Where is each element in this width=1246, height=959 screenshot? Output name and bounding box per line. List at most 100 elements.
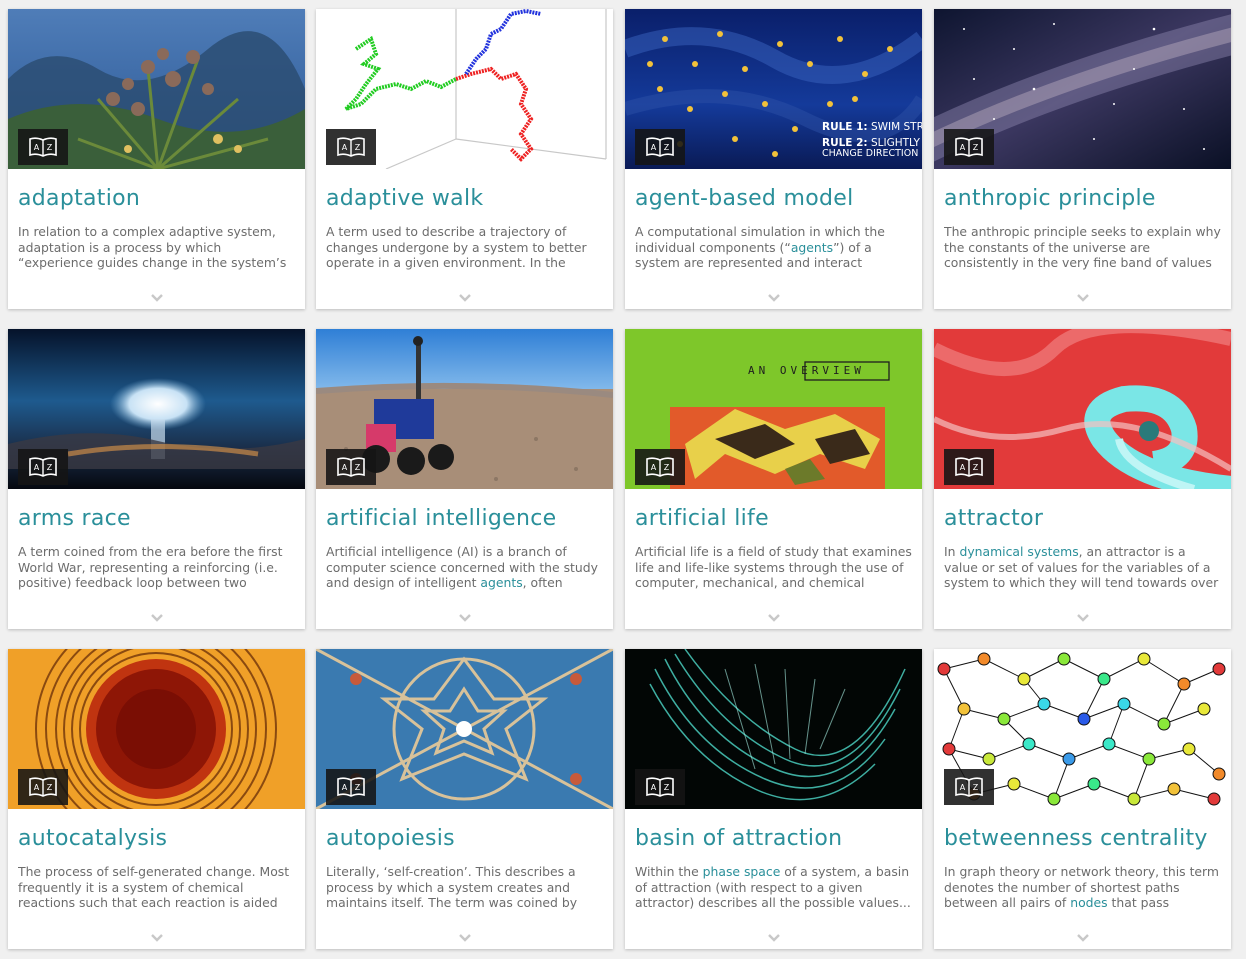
card-image[interactable]: AZ [8, 649, 305, 809]
card-anthropic-principle[interactable]: AZ anthropic principle The anthropic pri… [934, 9, 1231, 309]
svg-text:Z: Z [664, 463, 670, 472]
svg-text:A: A [342, 463, 348, 472]
card-image[interactable]: AZ [8, 329, 305, 489]
az-book-icon: AZ [944, 769, 994, 805]
svg-text:A: A [960, 143, 966, 152]
inline-term-link[interactable]: nodes [1070, 895, 1107, 910]
card-description: Artificial life is a field of study that… [635, 544, 912, 591]
card-title[interactable]: artificial intelligence [326, 504, 603, 534]
card-description: Literally, ‘self-creation’. This describ… [326, 864, 603, 911]
chevron-down-icon[interactable] [767, 933, 781, 943]
card-title[interactable]: adaptive walk [326, 184, 603, 214]
card-image[interactable]: AZ [316, 9, 613, 169]
svg-text:Z: Z [973, 143, 979, 152]
card-description: A term used to describe a trajectory of … [326, 224, 603, 271]
az-book-icon: AZ [18, 769, 68, 805]
card-image[interactable]: AZ [8, 9, 305, 169]
card-description: In relation to a complex adaptive system… [18, 224, 295, 271]
card-autocatalysis[interactable]: AZ autocatalysis The process of self-gen… [8, 649, 305, 949]
card-adaptive-walk[interactable]: AZ adaptive walk A term used to describe… [316, 9, 613, 309]
card-description: In dynamical systems, an attractor is a … [944, 544, 1221, 591]
card-description: In graph theory or network theory, this … [944, 864, 1221, 911]
card-image[interactable]: RULE 1: SWIM STRA RULE 2: SLIGHTLY CHANG… [625, 9, 922, 169]
card-image[interactable]: AZ [934, 9, 1231, 169]
inline-term-link[interactable]: agents [791, 240, 833, 255]
card-image[interactable]: AZ [316, 329, 613, 489]
svg-text:A: A [960, 783, 966, 792]
inline-term-link[interactable]: phase space [703, 864, 781, 879]
glossary-grid: AZ adaptation In relation to a complex a… [0, 0, 1246, 959]
card-image[interactable]: AZ [934, 329, 1231, 489]
rule1-text: SWIM STRA [868, 121, 922, 133]
svg-text:A: A [34, 463, 40, 472]
chevron-down-icon[interactable] [150, 293, 164, 303]
svg-text:A: A [960, 463, 966, 472]
card-title[interactable]: agent-based model [635, 184, 912, 214]
card-arms-race[interactable]: AZ arms race A term coined from the era … [8, 329, 305, 629]
az-book-icon: AZ [635, 449, 685, 485]
card-description: The process of self-generated change. Mo… [18, 864, 295, 911]
chevron-down-icon[interactable] [1076, 613, 1090, 623]
card-title[interactable]: betweenness centrality [944, 824, 1221, 854]
card-agent-based-model[interactable]: RULE 1: SWIM STRA RULE 2: SLIGHTLY CHANG… [625, 9, 922, 309]
inline-term-link[interactable]: agents [480, 575, 522, 590]
card-image[interactable]: AZ [625, 649, 922, 809]
card-basin-of-attraction[interactable]: AZ basin of attraction Within the phase … [625, 649, 922, 949]
card-attractor[interactable]: AZ attractor In dynamical systems, an at… [934, 329, 1231, 629]
description-text: Literally, ‘self-creation’. This describ… [326, 864, 578, 911]
card-title[interactable]: attractor [944, 504, 1221, 534]
svg-text:Z: Z [355, 143, 361, 152]
card-title[interactable]: basin of attraction [635, 824, 912, 854]
az-book-icon: AZ [635, 129, 685, 165]
card-title[interactable]: adaptation [18, 184, 295, 214]
inline-term-link[interactable]: dynamical systems [959, 544, 1078, 559]
card-artificial-life[interactable]: AN OVERVIEW AZ artificial life Artificia… [625, 329, 922, 629]
card-description: Artificial intelligence (AI) is a branch… [326, 544, 603, 591]
az-book-icon: AZ [326, 769, 376, 805]
rule2-cont-text: CHANGE DIRECTION [822, 148, 918, 159]
svg-text:Z: Z [47, 783, 53, 792]
description-text: The anthropic principle seeks to explain… [944, 224, 1221, 271]
az-book-icon: AZ [18, 449, 68, 485]
card-title[interactable]: artificial life [635, 504, 912, 534]
svg-text:RULE 1: SWIM STRA: RULE 1: SWIM STRA [822, 121, 922, 133]
card-adaptation[interactable]: AZ adaptation In relation to a complex a… [8, 9, 305, 309]
card-title[interactable]: arms race [18, 504, 295, 534]
chevron-down-icon[interactable] [150, 613, 164, 623]
chevron-down-icon[interactable] [1076, 933, 1090, 943]
az-book-icon: AZ [326, 449, 376, 485]
card-betweenness-centrality[interactable]: AZ betweenness centrality In graph theor… [934, 649, 1231, 949]
card-artificial-intelligence[interactable]: AZ artificial intelligence Artificial in… [316, 329, 613, 629]
chevron-down-icon[interactable] [767, 613, 781, 623]
az-book-icon: AZ [944, 129, 994, 165]
svg-text:Z: Z [664, 783, 670, 792]
chevron-down-icon[interactable] [150, 933, 164, 943]
az-book-icon: AZ [18, 129, 68, 165]
chevron-down-icon[interactable] [458, 613, 472, 623]
card-autopoiesis[interactable]: AZ autopoiesis Literally, ‘self-creation… [316, 649, 613, 949]
card-image[interactable]: AZ [934, 649, 1231, 809]
card-title[interactable]: autopoiesis [326, 824, 603, 854]
card-description: A term coined from the era before the fi… [18, 544, 295, 591]
az-book-icon: AZ [326, 129, 376, 165]
description-text: A term coined from the era before the fi… [18, 544, 283, 591]
card-image[interactable]: AZ [316, 649, 613, 809]
svg-text:A: A [342, 143, 348, 152]
card-title[interactable]: autocatalysis [18, 824, 295, 854]
chevron-down-icon[interactable] [767, 293, 781, 303]
overview-banner-text: AN OVERVIEW [748, 364, 865, 377]
az-book-icon: AZ [944, 449, 994, 485]
card-title[interactable]: anthropic principle [944, 184, 1221, 214]
svg-text:Z: Z [47, 143, 53, 152]
description-text: In [944, 544, 960, 559]
card-image[interactable]: AN OVERVIEW AZ [625, 329, 922, 489]
description-text: The process of self-generated change. Mo… [18, 864, 290, 911]
chevron-down-icon[interactable] [458, 933, 472, 943]
chevron-down-icon[interactable] [1076, 293, 1090, 303]
card-description: A computational simulation in which the … [635, 224, 912, 271]
description-text: Artificial life is a field of study that… [635, 544, 912, 591]
svg-text:A: A [34, 143, 40, 152]
chevron-down-icon[interactable] [458, 293, 472, 303]
svg-text:A: A [651, 463, 657, 472]
svg-text:Z: Z [664, 143, 670, 152]
